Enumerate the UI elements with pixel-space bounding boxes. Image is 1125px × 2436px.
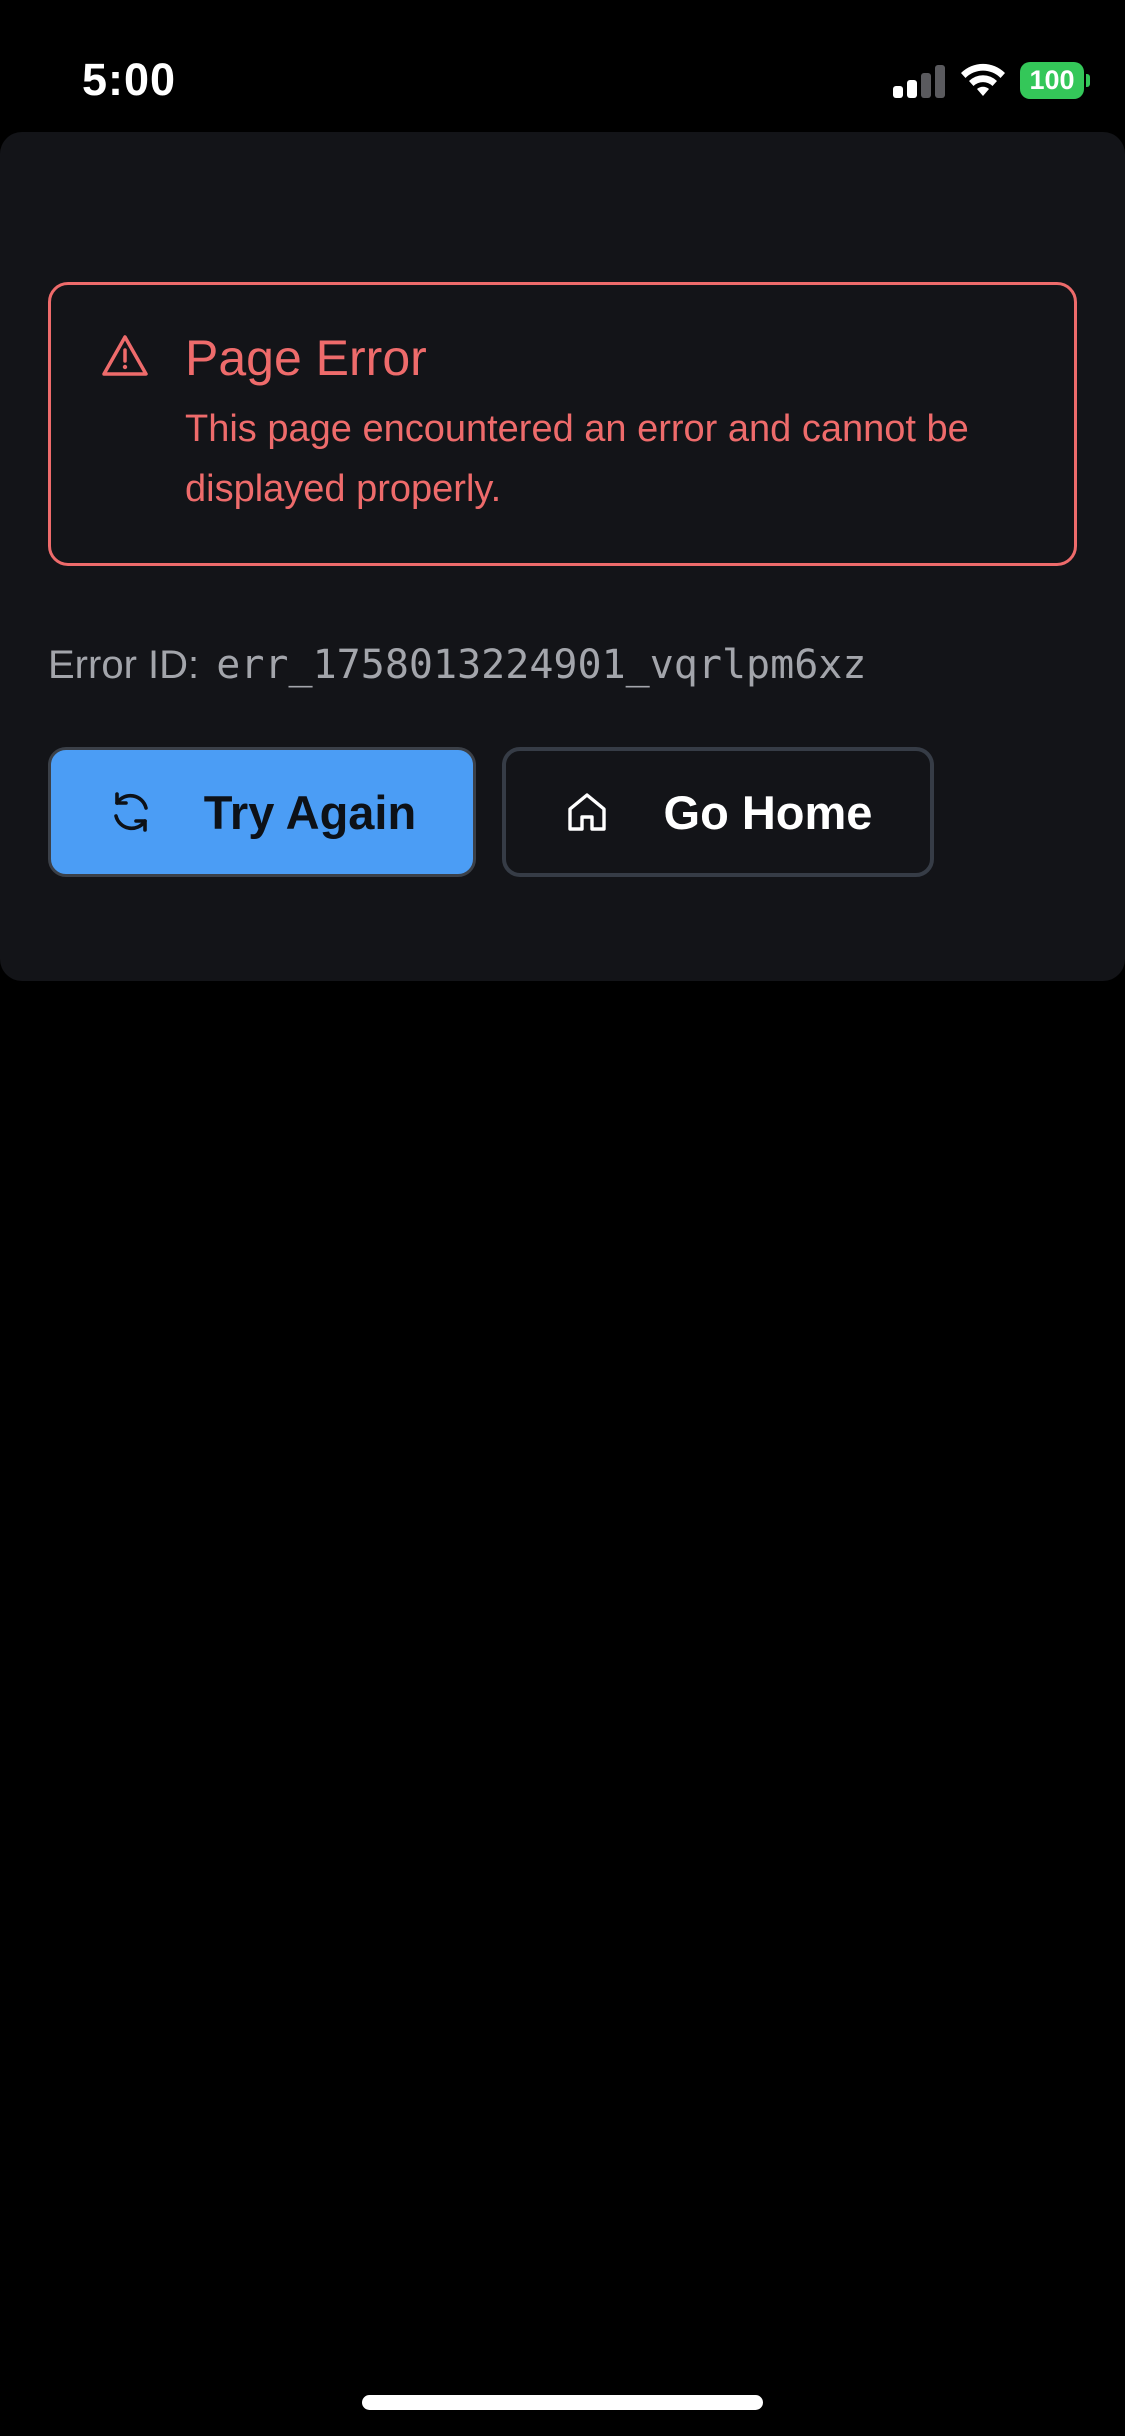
- error-alert: Page Error This page encountered an erro…: [48, 282, 1077, 566]
- wifi-icon: [961, 63, 1005, 96]
- refresh-icon: [113, 792, 148, 832]
- alert-title: Page Error: [185, 330, 427, 386]
- error-id-label: Error ID:: [48, 643, 200, 687]
- status-bar: 5:00 100: [0, 0, 1125, 132]
- alert-message: This page encountered an error and canno…: [185, 408, 969, 510]
- try-again-label: Try Again: [203, 785, 417, 839]
- home-indicator[interactable]: [362, 2395, 763, 2410]
- home-icon: [567, 793, 606, 831]
- status-time: 5:00: [82, 54, 177, 105]
- battery-icon: 100: [1020, 62, 1090, 99]
- try-again-button[interactable]: Try Again: [48, 747, 476, 877]
- error-id: Error ID: err_1758013224901_vqrlpm6xz: [48, 642, 866, 688]
- battery-level: 100: [1020, 62, 1084, 99]
- warning-triangle-icon: [102, 335, 148, 376]
- go-home-label: Go Home: [663, 785, 873, 839]
- go-home-button[interactable]: Go Home: [502, 747, 934, 877]
- cellular-signal-icon: [893, 64, 945, 98]
- error-card: Page Error This page encountered an erro…: [0, 132, 1125, 981]
- error-id-value: err_1758013224901_vqrlpm6xz: [216, 642, 867, 688]
